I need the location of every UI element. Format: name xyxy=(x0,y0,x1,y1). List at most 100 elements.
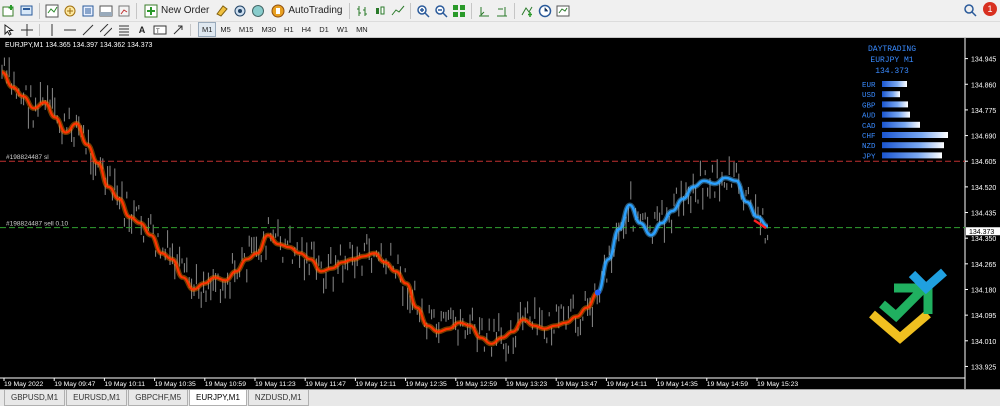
chart-tab[interactable]: EURJPY,M1 xyxy=(189,390,247,406)
new-order-button[interactable]: New Order xyxy=(141,2,212,20)
profiles-icon[interactable] xyxy=(19,2,35,20)
vertical-line-icon[interactable] xyxy=(44,23,60,37)
tile-windows-icon[interactable] xyxy=(451,2,467,20)
cursor-icon[interactable] xyxy=(1,23,17,37)
timeframe-m5[interactable]: M5 xyxy=(216,22,234,37)
new-chart-icon[interactable] xyxy=(1,2,17,20)
main-toolbar: New Order AutoTrading 1 xyxy=(0,0,1000,22)
fibonacci-icon[interactable] xyxy=(116,23,132,37)
drawing-toolbar: A T M1 M5 M15 M30 H1 H4 D1 W1 MN xyxy=(0,22,1000,38)
arrows-icon[interactable] xyxy=(170,23,186,37)
indicator-title: DAYTRADING xyxy=(868,45,916,54)
data-window-icon[interactable] xyxy=(62,2,78,20)
new-order-label: New Order xyxy=(161,5,210,16)
timeframe-m30[interactable]: M30 xyxy=(257,22,280,37)
signals-icon[interactable] xyxy=(232,2,248,20)
time-label: 19 May 11:23 xyxy=(255,381,296,388)
toolbar-separator xyxy=(39,23,40,36)
entry-label: #198824487 sell 0.10 xyxy=(6,221,69,228)
price-label: 134.690 xyxy=(971,134,996,141)
indicators-icon[interactable] xyxy=(519,2,535,20)
time-label: 19 May 15:23 xyxy=(757,381,798,388)
time-label: 19 May 13:23 xyxy=(506,381,547,388)
channel-icon[interactable] xyxy=(98,23,114,37)
current-price-label: 134.373 xyxy=(969,229,994,236)
toolbar-separator xyxy=(39,2,40,19)
line-chart-icon[interactable] xyxy=(390,2,406,20)
label-tool-icon[interactable]: T xyxy=(152,23,168,37)
timeframe-w1[interactable]: W1 xyxy=(333,22,352,37)
periods-icon[interactable] xyxy=(537,2,553,20)
timeframe-m1[interactable]: M1 xyxy=(198,22,217,37)
trendline-icon[interactable] xyxy=(80,23,96,37)
time-label: 19 May 12:59 xyxy=(456,381,497,388)
chart-tabs: GBPUSD,M1 EURUSD,M1 GBPCHF,M5 EURJPY,M1 NZDU… xyxy=(0,389,1000,406)
price-label: 134.010 xyxy=(971,339,996,346)
search-icon[interactable] xyxy=(963,3,977,22)
horizontal-line-icon[interactable] xyxy=(62,23,78,37)
time-label: 19 May 10:11 xyxy=(104,381,145,388)
price-label: 134.095 xyxy=(971,313,996,320)
price-label: 134.605 xyxy=(971,159,996,166)
currency-label: CAD xyxy=(862,123,876,131)
currency-label: JPY xyxy=(862,153,876,161)
notification-badge[interactable]: 1 xyxy=(983,2,997,16)
time-label: 19 May 14:11 xyxy=(606,381,647,388)
time-label: 19 May 11:47 xyxy=(305,381,346,388)
brand-logo xyxy=(869,268,947,344)
market-watch-icon[interactable] xyxy=(44,2,60,20)
svg-text:T: T xyxy=(156,29,160,35)
currency-label: EUR xyxy=(862,82,876,90)
tabs-holder: GBPUSD,M1 EURUSD,M1 GBPCHF,M5 EURJPY,M1 NZDU… xyxy=(4,390,310,406)
price-chart[interactable]: 134.945 134.860 134.775 134.690 134.605 134.5… xyxy=(0,38,1000,389)
chart-tab[interactable]: GBPUSD,M1 xyxy=(4,390,66,406)
currency-strength-bar xyxy=(882,111,910,118)
timeframe-bar: M1 M5 M15 M30 H1 H4 D1 W1 MN xyxy=(198,22,372,37)
candlestick-icon[interactable] xyxy=(372,2,388,20)
trend-switch-marker xyxy=(594,289,601,296)
time-label: 19 May 10:59 xyxy=(205,381,246,388)
time-label: 19 May 14:35 xyxy=(657,381,698,388)
timeframe-d1[interactable]: D1 xyxy=(315,22,333,37)
timeframe-h4[interactable]: H4 xyxy=(298,22,316,37)
zoom-in-icon[interactable] xyxy=(415,2,431,20)
price-label: 134.350 xyxy=(971,236,996,243)
price-label: 134.860 xyxy=(971,82,996,89)
currency-label: NZD xyxy=(862,143,876,151)
crosshair-icon[interactable] xyxy=(19,23,35,37)
timeframe-h1[interactable]: H1 xyxy=(280,22,298,37)
toolbar-separator xyxy=(471,2,473,19)
currency-label: AUD xyxy=(862,113,876,121)
strategy-tester-icon[interactable] xyxy=(116,2,132,20)
currency-strength-bar xyxy=(882,81,907,87)
market-icon[interactable] xyxy=(250,2,266,20)
toolbar-separator xyxy=(349,2,351,19)
templates-icon[interactable] xyxy=(555,2,571,20)
text-tool-icon[interactable]: A xyxy=(134,23,150,37)
zoom-out-icon[interactable] xyxy=(433,2,449,20)
price-label: 134.945 xyxy=(971,57,996,64)
toolbar-separator xyxy=(136,2,137,19)
currency-strength-bar xyxy=(882,121,920,128)
timeframe-mn[interactable]: MN xyxy=(352,22,372,37)
currency-strength-bar xyxy=(882,101,908,108)
time-label: 19 May 12:35 xyxy=(406,381,447,388)
currency-label: USD xyxy=(862,92,876,100)
chart-tab[interactable]: EURUSD,M1 xyxy=(66,390,128,406)
metaeditor-icon[interactable] xyxy=(214,2,230,20)
currency-strength-bar xyxy=(882,142,944,149)
terminal-icon[interactable] xyxy=(98,2,114,20)
chart-tab[interactable]: NZDUSD,M1 xyxy=(247,390,309,406)
chart-shift-icon[interactable] xyxy=(494,2,510,20)
chart-tab[interactable]: GBPCHF,M5 xyxy=(128,390,189,406)
autotrading-button[interactable]: AutoTrading xyxy=(268,2,345,20)
price-label: 134.520 xyxy=(971,185,996,192)
time-label: 19 May 12:11 xyxy=(355,381,396,388)
toolbar-separator xyxy=(190,23,191,36)
auto-scroll-icon[interactable] xyxy=(476,2,492,20)
price-label: 133.925 xyxy=(971,364,996,371)
navigator-icon[interactable] xyxy=(80,2,96,20)
bar-chart-icon[interactable] xyxy=(354,2,370,20)
timeframe-m15[interactable]: M15 xyxy=(235,22,258,37)
currency-strength-bar xyxy=(882,152,942,159)
